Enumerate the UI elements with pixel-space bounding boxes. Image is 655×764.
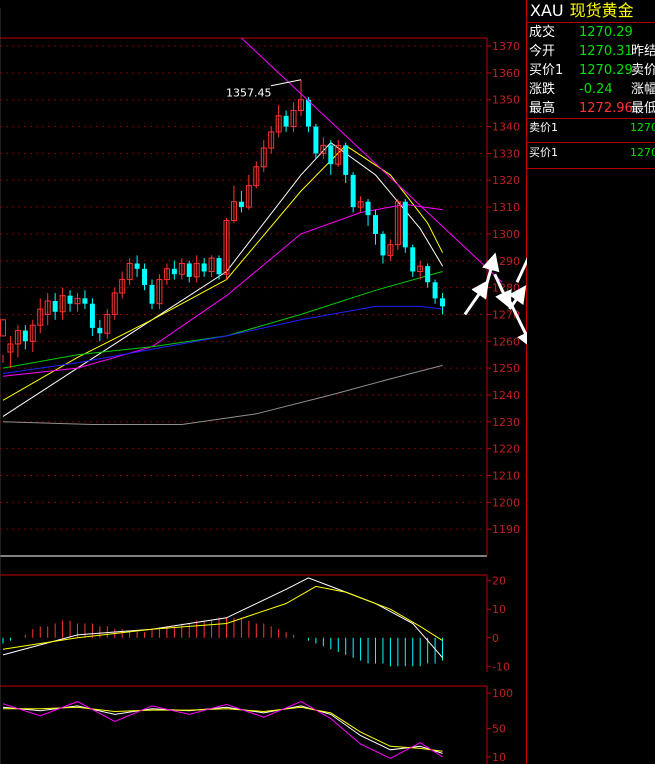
chart-area: 1190120012101220123012401250126012701280… (0, 0, 527, 764)
divider (527, 168, 655, 169)
quote-value: -0.24 (579, 82, 613, 97)
candle-body (22, 330, 28, 342)
y-tick-label: 1360 (492, 67, 520, 80)
moving-average-line (2, 305, 443, 374)
moving-average-line (2, 144, 444, 401)
y-tick-label: 10 (492, 751, 506, 764)
symbol-code: XAU (530, 1, 564, 20)
candle-body (216, 258, 222, 275)
quote-panel: XAU 现货黄金 成交 1270.29 今开 1270.31 昨结 买价1 127… (527, 0, 655, 764)
candle-body (0, 319, 6, 337)
y-tick-label: 1370 (492, 40, 520, 53)
quote-value: 1270.29 (579, 63, 633, 78)
y-tick-label: 0 (492, 632, 499, 645)
candle-body (440, 298, 446, 307)
y-tick-label: 1200 (492, 496, 520, 509)
candle-body (305, 99, 311, 127)
candle-body (97, 327, 103, 334)
candle-body (313, 126, 319, 154)
y-tick-label: 1220 (492, 443, 520, 456)
y-tick-label: 1260 (492, 335, 520, 348)
candle-body (82, 298, 88, 304)
candle-body (149, 284, 155, 304)
y-tick-label: 1350 (492, 94, 520, 107)
candle-body (171, 268, 177, 275)
macd-line (2, 577, 443, 659)
quote-label-2: 涨幅 (631, 82, 655, 97)
y-tick-label: 1330 (492, 147, 520, 160)
y-tick-label: -10 (492, 660, 510, 673)
quote-label-2: 最低 (631, 101, 655, 116)
candle-body (350, 174, 356, 208)
quote-header: XAU 现货黄金 (527, 0, 655, 22)
candle-body (402, 201, 408, 248)
candle-body (328, 145, 334, 165)
annotation-leader (270, 79, 302, 87)
moving-average-line (2, 142, 444, 417)
ask-label: 卖价1 (529, 121, 558, 134)
y-tick-label: 1280 (492, 282, 520, 295)
quote-label: 买价1 (529, 63, 564, 78)
kdj-line (2, 705, 443, 754)
candle-body (283, 115, 289, 127)
quote-label: 最高 (529, 101, 556, 116)
candle-body (343, 145, 349, 175)
ask-row: 卖价1 1270 (527, 119, 655, 137)
y-tick-label: 1240 (492, 389, 520, 402)
candle-body (238, 201, 244, 208)
candle-body (89, 303, 95, 328)
candle-body (410, 247, 416, 272)
kdj-line (3, 706, 443, 752)
y-tick-label: 10 (492, 603, 506, 616)
y-tick-label: 1290 (492, 255, 520, 268)
candle-body (142, 268, 148, 285)
quote-row-last: 成交 1270.29 (527, 23, 655, 42)
bid-row: 买价1 1270 (527, 144, 655, 162)
moving-average-line (2, 271, 443, 369)
quote-value: 1270.31 (579, 44, 633, 59)
bid-label: 买价1 (529, 146, 558, 159)
candle-body (201, 263, 207, 272)
peak-annotation-label: 1357.45 (226, 87, 272, 100)
y-tick-label: 1190 (492, 523, 520, 536)
y-tick-label: 1230 (492, 416, 520, 429)
y-tick-label: 50 (492, 723, 506, 736)
divider (527, 142, 655, 143)
trend-line (241, 37, 503, 283)
quote-label: 今开 (529, 44, 556, 59)
y-tick-label: 100 (492, 687, 513, 700)
quote-row-change: 涨跌 -0.24 涨幅 (527, 80, 655, 99)
y-tick-label: 1300 (492, 228, 520, 241)
y-tick-label: 1210 (492, 469, 520, 482)
y-tick-label: 1320 (492, 174, 520, 187)
macd-line (2, 585, 443, 650)
candle-body (365, 201, 371, 216)
y-tick-label: 1250 (492, 362, 520, 375)
quote-label: 涨跌 (529, 82, 556, 97)
y-tick-label: 20 (492, 575, 506, 588)
candle-body (186, 263, 192, 277)
quote-value: 1270.29 (579, 25, 633, 40)
quote-row-high: 最高 1272.96 最低 (527, 99, 655, 118)
candle-body (134, 263, 140, 269)
candle-body (380, 233, 386, 256)
candle-body (67, 295, 73, 304)
candle-body (52, 301, 58, 312)
quote-label: 成交 (529, 25, 556, 40)
quote-label-2: 昨结 (631, 44, 655, 59)
kdj-line (2, 701, 443, 759)
candle-body (432, 282, 438, 299)
candle-body (425, 266, 431, 283)
quote-label-2: 卖价 (631, 63, 655, 78)
quote-value: 1272.96 (579, 101, 633, 116)
symbol-name: 现货黄金 (569, 1, 634, 20)
y-tick-label: 1340 (492, 121, 520, 134)
ask-value: 1270 (630, 121, 655, 134)
quote-row-bid: 买价1 1270.29 卖价 (527, 61, 655, 80)
y-tick-label: 1310 (492, 201, 520, 214)
projection-arrow (463, 279, 489, 316)
bid-value: 1270 (630, 146, 655, 159)
candle-body (373, 215, 378, 234)
quote-row-open: 今开 1270.31 昨结 (527, 42, 655, 61)
